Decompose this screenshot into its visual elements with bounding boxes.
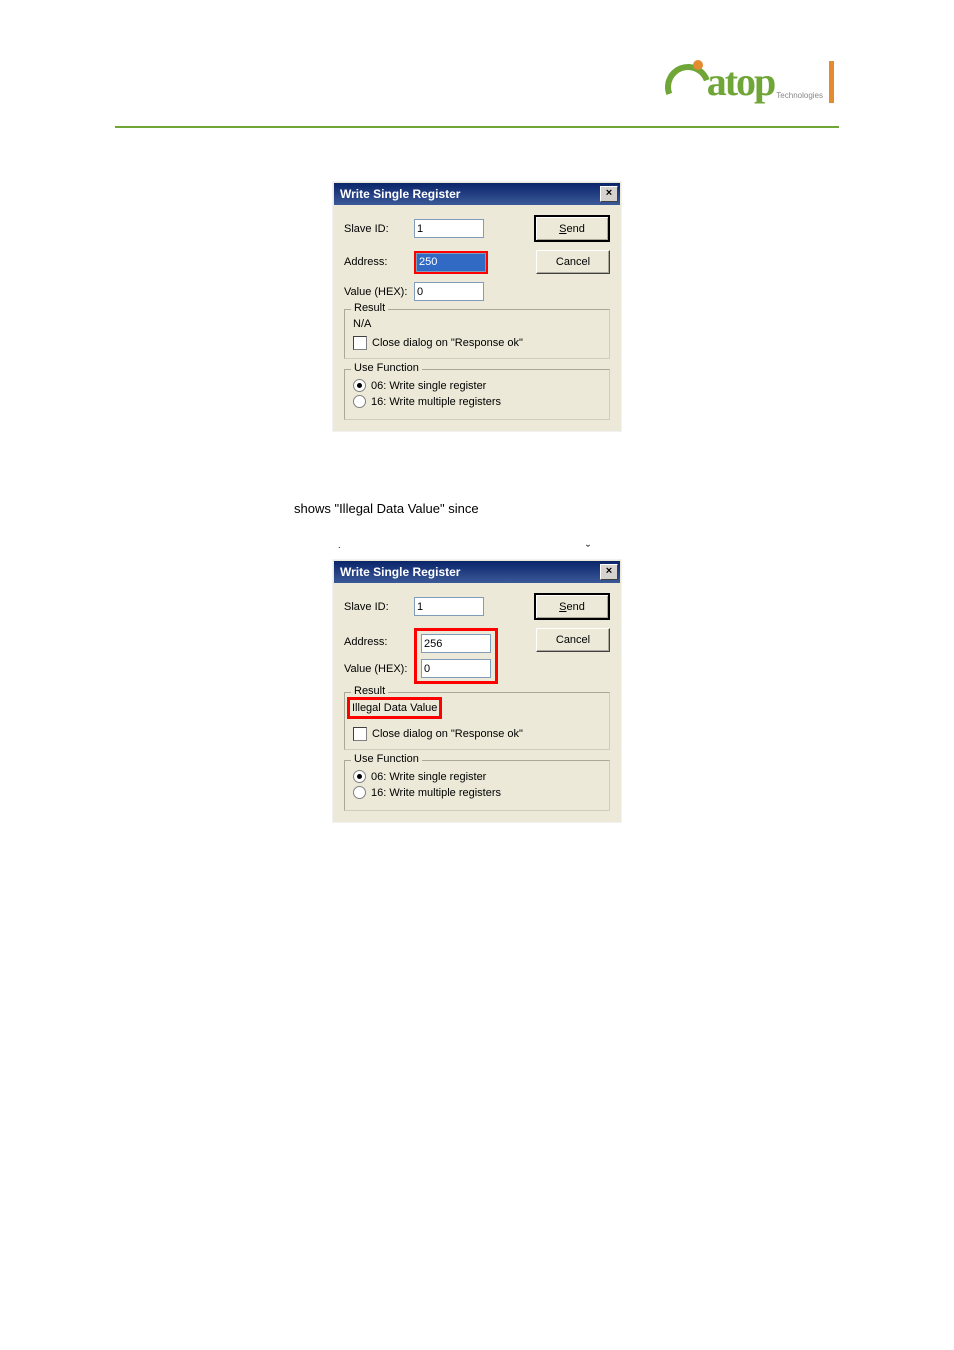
close-on-ok-checkbox[interactable]: Close dialog on "Response ok" — [353, 727, 601, 741]
page-header: atop Technologies — [0, 0, 954, 128]
radio-fn16[interactable]: 16: Write multiple registers — [353, 786, 601, 799]
value-hex-input[interactable]: 0 — [421, 659, 491, 678]
dialog-titlebar[interactable]: Write Single Register × — [334, 183, 620, 205]
close-on-ok-label: Close dialog on "Response ok" — [372, 337, 523, 349]
slave-id-input[interactable]: 1 — [414, 219, 484, 238]
result-fieldset: Result N/A Close dialog on "Response ok" — [344, 309, 610, 359]
result-legend: Result — [351, 302, 388, 314]
radio-fn16-label: 16: Write multiple registers — [371, 787, 501, 799]
checkbox-box[interactable] — [353, 727, 367, 741]
slave-id-label: Slave ID: — [344, 601, 414, 613]
close-icon[interactable]: × — [600, 564, 618, 580]
dialog-write-single-register-2: Write Single Register × Slave ID: 1 Send… — [333, 560, 621, 822]
use-function-fieldset: Use Function 06: Write single register 1… — [344, 369, 610, 420]
result-legend: Result — [351, 685, 388, 697]
logo-bar — [829, 61, 834, 103]
use-function-legend: Use Function — [351, 753, 422, 765]
result-value: Illegal Data Value — [352, 702, 437, 714]
radio-fn06-label: 06: Write single register — [371, 771, 486, 783]
radio-circle[interactable] — [353, 786, 366, 799]
radio-fn06[interactable]: 06: Write single register — [353, 770, 601, 783]
radio-circle[interactable] — [353, 395, 366, 408]
radio-fn06[interactable]: 06: Write single register — [353, 379, 601, 392]
checkbox-box[interactable] — [353, 336, 367, 350]
send-button[interactable]: Send — [534, 593, 610, 620]
use-function-fieldset: Use Function 06: Write single register 1… — [344, 760, 610, 811]
slave-id-label: Slave ID: — [344, 223, 414, 235]
slave-id-input[interactable]: 1 — [414, 597, 484, 616]
cancel-button[interactable]: Cancel — [536, 250, 610, 274]
address-label: Address: — [344, 256, 414, 268]
close-icon[interactable]: × — [600, 186, 618, 202]
value-hex-input[interactable]: 0 — [414, 282, 484, 301]
send-button[interactable]: Send — [534, 215, 610, 242]
crop-marks: ˙ ˘ — [334, 540, 620, 562]
radio-circle[interactable] — [353, 379, 366, 392]
dialog-title: Write Single Register — [340, 187, 460, 201]
dialog-title: Write Single Register — [340, 565, 460, 579]
use-function-legend: Use Function — [351, 362, 422, 374]
address-label: Address: — [344, 636, 387, 648]
logo-subtext: Technologies — [776, 91, 823, 100]
radio-fn06-label: 06: Write single register — [371, 380, 486, 392]
close-on-ok-label: Close dialog on "Response ok" — [372, 728, 523, 740]
radio-fn16-label: 16: Write multiple registers — [371, 396, 501, 408]
cancel-button[interactable]: Cancel — [536, 628, 610, 652]
address-input[interactable]: 256 — [421, 634, 491, 653]
logo-word: atop — [707, 58, 775, 105]
caption-text: shows "Illegal Data Value" since — [294, 501, 954, 516]
dialog-titlebar[interactable]: Write Single Register × — [334, 561, 620, 583]
logo: atop Technologies — [669, 58, 834, 105]
logo-mark — [669, 60, 705, 104]
radio-fn16[interactable]: 16: Write multiple registers — [353, 395, 601, 408]
dialog-write-single-register-1: Write Single Register × Slave ID: 1 Send… — [333, 182, 621, 431]
address-input[interactable]: 250 — [416, 253, 486, 272]
value-hex-label: Value (HEX): — [344, 663, 407, 675]
result-fieldset: Result Illegal Data Value Close dialog o… — [344, 692, 610, 750]
close-on-ok-checkbox[interactable]: Close dialog on "Response ok" — [353, 336, 601, 350]
value-hex-label: Value (HEX): — [344, 286, 414, 298]
radio-circle[interactable] — [353, 770, 366, 783]
header-rule — [115, 126, 839, 128]
result-value: N/A — [353, 318, 601, 330]
